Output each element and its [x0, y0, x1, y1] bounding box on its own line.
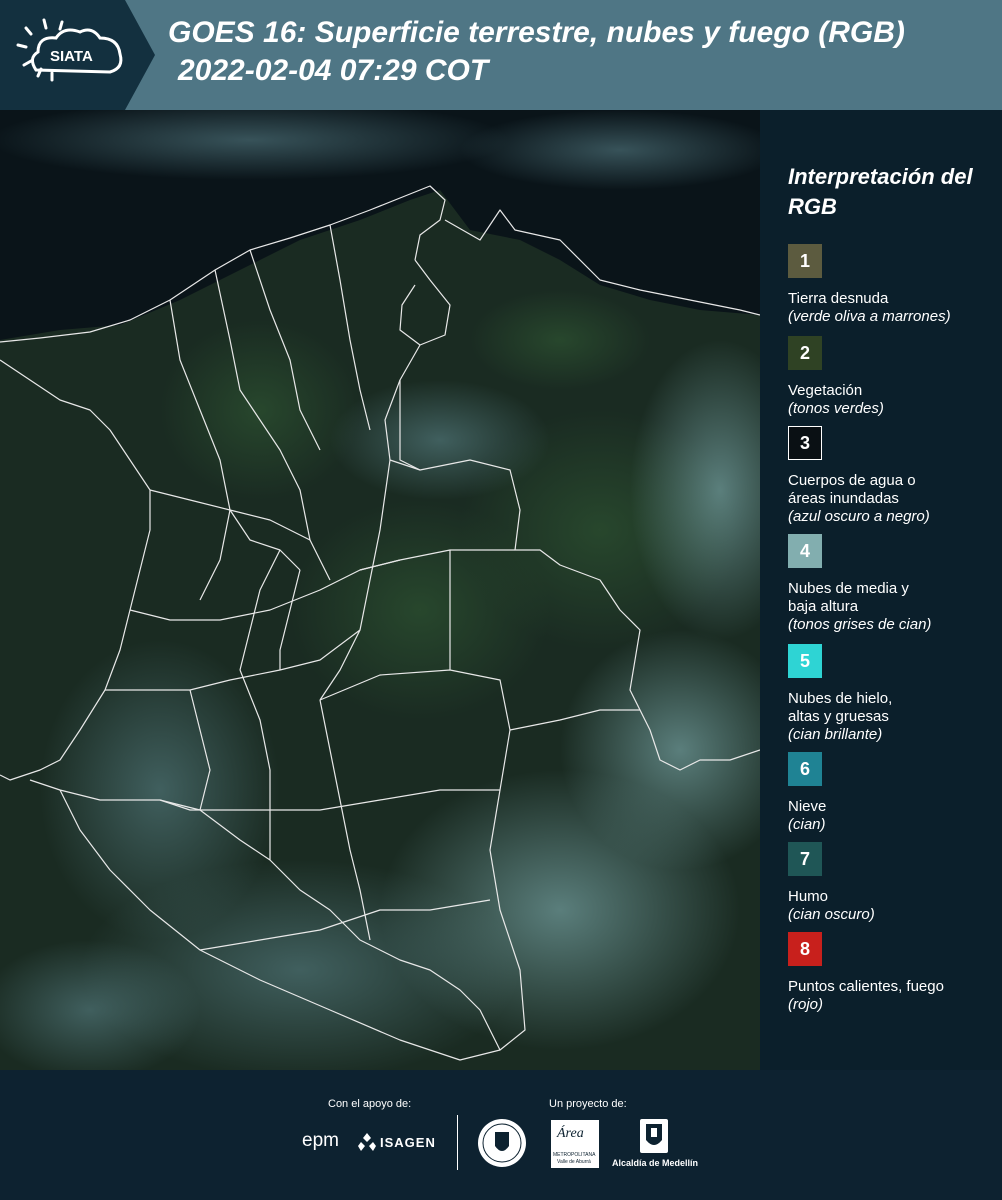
support-label: Con el apoyo de:	[328, 1098, 412, 1110]
isagen-logo: ISAGEN	[358, 1130, 448, 1158]
satellite-image	[0, 100, 810, 1080]
area-logo-text: Área	[557, 1126, 584, 1141]
legend-panel: Interpretación del RGB 1 Tierra desnuda …	[760, 110, 1002, 1070]
legend-sublabel: (tonos grises de cian)	[788, 616, 932, 633]
footer-divider	[457, 1115, 458, 1170]
legend-label: Vegetación	[788, 382, 863, 399]
project-label: Un proyecto de:	[549, 1098, 627, 1110]
legend-sublabel: (tonos verdes)	[788, 400, 884, 417]
legend-title: Interpretación del RGB	[788, 164, 973, 219]
legend-item: 8 Puntos calientes, fuego (rojo)	[788, 932, 998, 1014]
image-timestamp: 2022-02-04 07:29 COT	[178, 54, 489, 87]
legend-label: Nubes de media y baja altura	[788, 580, 909, 615]
legend-sublabel: (rojo)	[788, 996, 824, 1013]
legend-item: 7 Humo (cian oscuro)	[788, 842, 998, 924]
legend-item: 6 Nieve (cian)	[788, 752, 998, 834]
legend-swatch: 7	[788, 842, 822, 876]
legend-sublabel: (azul oscuro a negro)	[788, 508, 930, 525]
legend-label: Cuerpos de agua o áreas inundadas	[788, 472, 916, 507]
isagen-mark-icon	[358, 1133, 376, 1151]
legend-sublabel: (cian brillante)	[788, 726, 883, 743]
legend-item: 2 Vegetación (tonos verdes)	[788, 336, 998, 418]
alcaldia-logo-text: Alcaldía de Medellín	[612, 1158, 699, 1168]
legend-swatch: 3	[788, 426, 822, 460]
legend-label: Nubes de hielo, altas y gruesas	[788, 690, 893, 725]
legend-swatch: 5	[788, 644, 822, 678]
footer-sponsors: Con el apoyo de: Un proyecto de: epm ISA…	[0, 1070, 1002, 1200]
legend-label: Nieve	[788, 798, 827, 815]
legend-label: Tierra desnuda	[788, 290, 889, 307]
legend-swatch: 1	[788, 244, 822, 278]
siata-logo: SIATA	[0, 0, 155, 110]
legend-label: Puntos calientes, fuego	[788, 978, 944, 995]
legend-item: 1 Tierra desnuda (verde oliva a marrones…	[788, 244, 998, 326]
epm-logo: epm	[302, 1130, 339, 1151]
legend-sublabel: (verde oliva a marrones)	[788, 308, 951, 325]
legend-item: 5 Nubes de hielo, altas y gruesas (cian …	[788, 644, 998, 744]
area-metropolitana-logo: Área METROPOLITANA Valle de Aburrá	[551, 1120, 599, 1168]
legend-swatch: 4	[788, 534, 822, 568]
legend-sublabel: (cian)	[788, 816, 826, 833]
alcaldia-coat-of-arms-icon	[639, 1118, 669, 1159]
area-logo-subtext2: Valle de Aburrá	[557, 1159, 591, 1165]
seal-logo	[477, 1118, 527, 1173]
legend-swatch: 8	[788, 932, 822, 966]
legend-label: Humo	[788, 888, 829, 905]
header-bar: SIATA GOES 16: Superficie terrestre, nub…	[0, 0, 1002, 110]
isagen-logo-text: ISAGEN	[380, 1135, 436, 1150]
legend-item: 4 Nubes de media y baja altura (tonos gr…	[788, 534, 998, 634]
page-title: GOES 16: Superficie terrestre, nubes y f…	[168, 16, 905, 49]
satellite-map	[0, 100, 810, 1080]
legend-sublabel: (cian oscuro)	[788, 906, 875, 923]
legend-swatch: 2	[788, 336, 822, 370]
siata-logo-text: SIATA	[50, 48, 93, 65]
area-logo-subtext: METROPOLITANA	[553, 1152, 596, 1158]
legend-swatch: 6	[788, 752, 822, 786]
legend-item: 3 Cuerpos de agua o áreas inundadas (azu…	[788, 426, 998, 526]
